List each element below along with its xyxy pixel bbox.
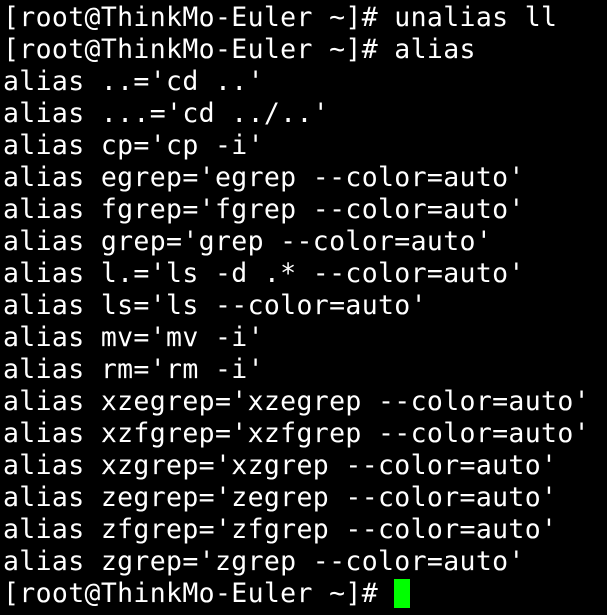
shell-prompt: [root@ThinkMo-Euler ~]#	[3, 578, 395, 609]
output-line-alias-xzegrep: alias xzegrep='xzegrep --color=auto'	[3, 386, 590, 417]
command-line-alias: [root@ThinkMo-Euler ~]# alias	[3, 34, 476, 65]
active-prompt-line[interactable]: [root@ThinkMo-Euler ~]#	[3, 578, 607, 610]
terminal-window[interactable]: [root@ThinkMo-Euler ~]# unalias ll [root…	[0, 0, 607, 615]
output-line-alias-ldot: alias l.='ls -d .* --color=auto'	[3, 258, 525, 289]
output-line-alias-fgrep: alias fgrep='fgrep --color=auto'	[3, 194, 525, 225]
output-line-alias-rm: alias rm='rm -i'	[3, 354, 264, 385]
output-line-alias-mv: alias mv='mv -i'	[3, 322, 264, 353]
output-line-alias-egrep: alias egrep='egrep --color=auto'	[3, 162, 525, 193]
output-line-alias-grep: alias grep='grep --color=auto'	[3, 226, 493, 257]
output-line-alias-cp: alias cp='cp -i'	[3, 130, 264, 161]
text-cursor	[394, 579, 411, 608]
output-line-alias-ls: alias ls='ls --color=auto'	[3, 290, 427, 321]
output-line-alias-zfgrep: alias zfgrep='zfgrep --color=auto'	[3, 514, 558, 545]
output-line-alias-dotdotdot: alias ...='cd ../..'	[3, 98, 330, 129]
output-line-alias-xzgrep: alias xzgrep='xzgrep --color=auto'	[3, 450, 558, 481]
command-line-unalias: [root@ThinkMo-Euler ~]# unalias ll	[3, 2, 558, 33]
output-line-alias-dotdot: alias ..='cd ..'	[3, 66, 264, 97]
output-line-alias-zgrep: alias zgrep='zgrep --color=auto'	[3, 546, 525, 577]
output-line-alias-xzfgrep: alias xzfgrep='xzfgrep --color=auto'	[3, 418, 590, 449]
output-line-alias-zegrep: alias zegrep='zegrep --color=auto'	[3, 482, 558, 513]
